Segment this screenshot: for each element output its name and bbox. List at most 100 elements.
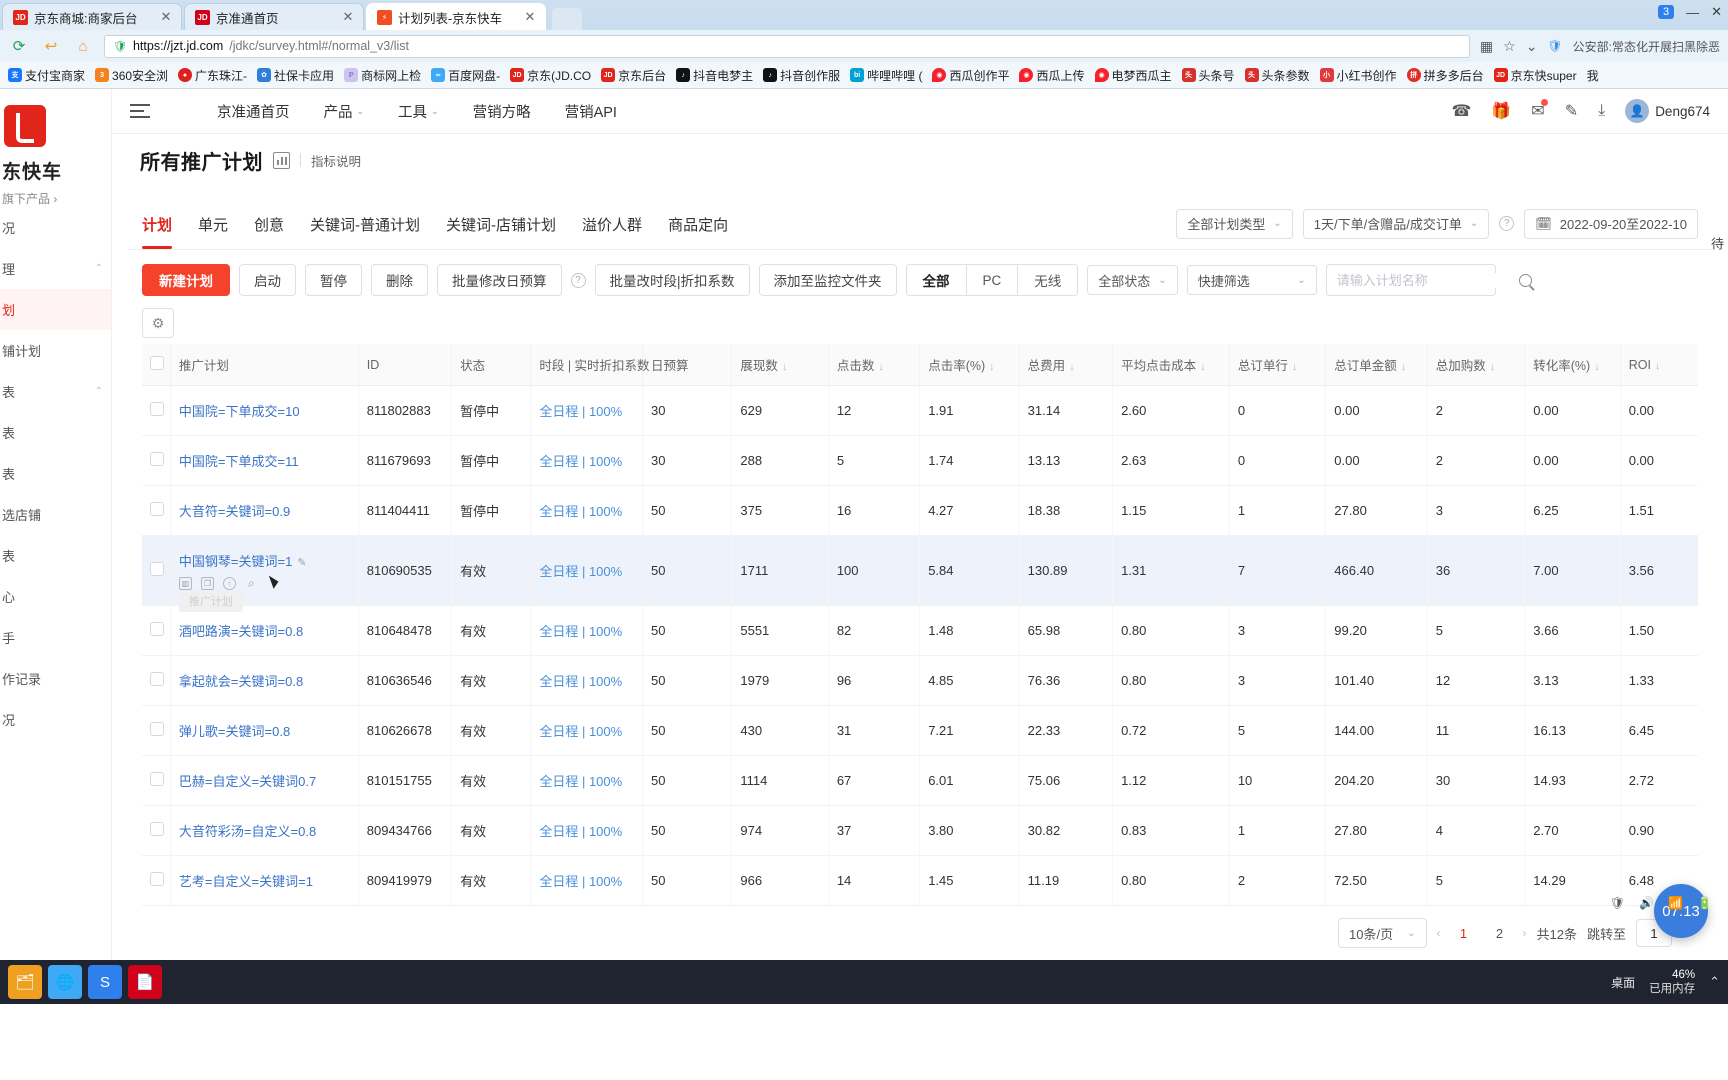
- cell-schedule[interactable]: 全日程 | 100%: [530, 855, 644, 906]
- bookmark-item[interactable]: JD 京东后台: [597, 65, 670, 86]
- reload-icon[interactable]: ⟳: [8, 35, 30, 57]
- bookmark-item[interactable]: JD 京东快super: [1490, 65, 1581, 86]
- gift-icon[interactable]: 🎁: [1491, 101, 1511, 121]
- plan-name-link[interactable]: 弹儿歌=关键词=0.8: [179, 724, 290, 739]
- delete-button[interactable]: 删除: [371, 264, 428, 296]
- bookmark-item[interactable]: bi 哔哩哔哩 (: [846, 65, 926, 86]
- plan-name-link[interactable]: 拿起就会=关键词=0.8: [179, 674, 303, 689]
- table-row[interactable]: 巴赫=自定义=关键词0.7 810151755 有效 全日程 | 100% 50 1114…: [142, 755, 1698, 806]
- search-input[interactable]: [1336, 272, 1513, 288]
- browser-tab-1[interactable]: JD 京准通首页 ✕: [184, 3, 364, 30]
- row-select-cell[interactable]: [142, 385, 171, 436]
- plan-name-link[interactable]: 艺考=自定义=关键词=1: [179, 874, 313, 889]
- prev-page-button[interactable]: ‹: [1437, 926, 1441, 940]
- cell-plan[interactable]: 大音符=关键词=0.9: [170, 485, 359, 536]
- plan-name-link[interactable]: 大音符彩汤=自定义=0.8: [179, 824, 316, 839]
- row-checkbox[interactable]: [150, 672, 164, 686]
- cell-plan[interactable]: 中国钢琴=关键词=1 ✎ ▥ ❐ ↑ ⌕ 推广计划: [170, 535, 359, 612]
- sort-desc-icon[interactable]: ↓: [1490, 361, 1496, 373]
- plan-name-link[interactable]: 大音符=关键词=0.9: [179, 504, 290, 519]
- tab-plan[interactable]: 计划: [142, 208, 173, 249]
- table-row[interactable]: 中国院=下单成交=11 811679693 暂停中 全日程 | 100% 30 288 5 1…: [142, 435, 1698, 486]
- tab-unit[interactable]: 单元: [198, 208, 228, 249]
- sidebar-item-12[interactable]: 况: [0, 699, 111, 740]
- sort-desc-icon[interactable]: ↓: [1594, 361, 1600, 373]
- nav-item-tools[interactable]: 工具 ⌄: [381, 101, 456, 122]
- search-word-icon[interactable]: ⌕: [245, 576, 258, 590]
- nav-item-strategy[interactable]: 营销方略: [456, 101, 548, 122]
- bookmark-item[interactable]: ● 广东珠江-: [174, 65, 251, 86]
- batch-schedule-button[interactable]: 批量改时段|折扣系数: [594, 264, 750, 296]
- bookmark-item[interactable]: 拼拼多多后台: [1403, 65, 1488, 86]
- table-row[interactable]: 中国钢琴=关键词=1 ✎ ▥ ❐ ↑ ⌕ 推广计划 810690535 有效 全日程 | 100%…: [142, 535, 1698, 612]
- header-cvr[interactable]: 转化率(%) ↓: [1524, 344, 1621, 386]
- schedule-link[interactable]: 全日程 | 100%: [539, 454, 622, 469]
- row-select-cell[interactable]: [142, 755, 171, 806]
- bookmark-item[interactable]: ℙ 商标网上检: [340, 65, 425, 86]
- status-filter-select[interactable]: 全部状态 ⌄: [1087, 265, 1178, 295]
- sort-desc-icon[interactable]: ↓: [878, 361, 884, 373]
- cell-plan[interactable]: 中国院=下单成交=10: [170, 385, 359, 436]
- close-window-icon[interactable]: ✕: [1711, 4, 1722, 20]
- row-select-cell[interactable]: [142, 855, 171, 906]
- snipaste-icon[interactable]: S: [88, 965, 122, 999]
- sidebar-item-9[interactable]: 心: [0, 576, 111, 617]
- cell-schedule[interactable]: 全日程 | 100%: [530, 805, 644, 856]
- nav-item-home[interactable]: 京准通首页: [200, 101, 307, 122]
- header-ctr[interactable]: 点击率(%) ↓: [919, 344, 1020, 386]
- bookmark-item[interactable]: ♪ 抖音创作服: [759, 65, 844, 86]
- plan-search-box[interactable]: [1325, 264, 1532, 296]
- star-icon[interactable]: ☆: [1503, 38, 1516, 55]
- schedule-link[interactable]: 全日程 | 100%: [539, 874, 622, 889]
- browser-icon[interactable]: 🌐: [48, 965, 82, 999]
- schedule-link[interactable]: 全日程 | 100%: [539, 674, 622, 689]
- table-row[interactable]: 大音符彩汤=自定义=0.8 809434766 有效 全日程 | 100% 50 974 3…: [142, 805, 1698, 856]
- row-checkbox[interactable]: [150, 562, 164, 576]
- bookmark-item[interactable]: 头头条号: [1178, 65, 1239, 86]
- cell-schedule[interactable]: 全日程 | 100%: [530, 755, 644, 806]
- row-checkbox[interactable]: [150, 452, 164, 466]
- header-clicks[interactable]: 点击数 ↓: [828, 344, 921, 386]
- plan-name-link[interactable]: 巴赫=自定义=关键词0.7: [179, 774, 316, 789]
- tab-product-targeting[interactable]: 商品定向: [668, 208, 728, 249]
- bookmark-item[interactable]: 小小红书创作: [1316, 65, 1401, 86]
- row-checkbox[interactable]: [150, 772, 164, 786]
- next-page-button[interactable]: ›: [1523, 926, 1527, 940]
- search-icon[interactable]: [1518, 273, 1532, 287]
- cell-schedule[interactable]: 全日程 | 100%: [530, 385, 644, 436]
- table-row[interactable]: 大音符=关键词=0.9 811404411 暂停中 全日程 | 100% 50 375 16…: [142, 485, 1698, 536]
- sort-desc-icon[interactable]: ↓: [1069, 361, 1075, 373]
- header-roi[interactable]: ROI ↓: [1620, 344, 1698, 386]
- report-icon[interactable]: ▥: [178, 576, 192, 590]
- table-row[interactable]: 拿起就会=关键词=0.8 810636546 有效 全日程 | 100% 50 1979 9…: [142, 655, 1698, 706]
- schedule-link[interactable]: 全日程 | 100%: [539, 724, 622, 739]
- metric-description-link[interactable]: 指标说明: [311, 151, 361, 170]
- plan-type-select[interactable]: 全部计划类型 ⌄: [1176, 208, 1293, 239]
- sidebar-item-2[interactable]: 划: [0, 289, 111, 330]
- column-settings-button[interactable]: ⚙: [142, 308, 174, 338]
- row-checkbox[interactable]: [150, 722, 164, 736]
- pdf-icon[interactable]: 📄: [128, 965, 162, 999]
- sidebar-item-1[interactable]: 理 ⌃: [0, 248, 111, 289]
- mail-icon[interactable]: ✉: [1531, 99, 1548, 121]
- table-row[interactable]: 中国院=下单成交=10 811802883 暂停中 全日程 | 100% 30 629 12…: [142, 385, 1698, 436]
- tab-count-badge[interactable]: 3: [1657, 5, 1675, 19]
- cell-plan[interactable]: 大音符彩汤=自定义=0.8: [170, 805, 359, 856]
- sort-desc-icon[interactable]: ↓: [1200, 361, 1206, 373]
- row-checkbox[interactable]: [150, 402, 164, 416]
- sidebar-item-11[interactable]: 作记录: [0, 658, 111, 699]
- chevron-down-icon[interactable]: ⌄: [1526, 38, 1538, 55]
- start-button[interactable]: 启动: [239, 264, 296, 296]
- promote-icon[interactable]: ↑: [222, 576, 236, 590]
- bookmark-item[interactable]: ◉ 电梦西瓜主: [1091, 65, 1176, 86]
- tab-keyword-normal[interactable]: 关键词-普通计划: [310, 208, 420, 249]
- bookmark-item[interactable]: ◉ 西瓜上传: [1015, 65, 1088, 86]
- sort-desc-icon[interactable]: ↓: [1655, 360, 1661, 372]
- header-cpc[interactable]: 平均点击成本 ↓: [1112, 344, 1230, 386]
- network-icon[interactable]: 📶: [1668, 896, 1683, 910]
- segment-wireless[interactable]: 无线: [1018, 265, 1077, 295]
- edit-icon[interactable]: ✎: [1565, 101, 1578, 121]
- schedule-link[interactable]: 全日程 | 100%: [539, 824, 622, 839]
- memory-indicator[interactable]: 46% 已用内存: [1649, 968, 1695, 997]
- speaker-icon[interactable]: 🔊: [1639, 896, 1654, 910]
